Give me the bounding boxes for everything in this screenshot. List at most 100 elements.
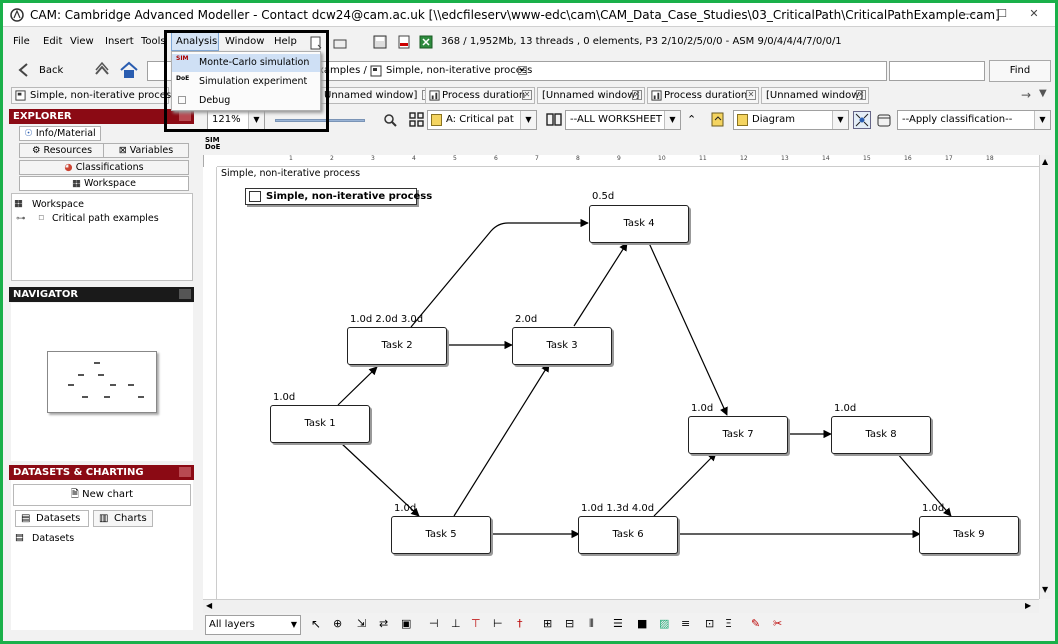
home-icon[interactable] <box>119 60 139 80</box>
breadcrumb-menu-icon[interactable]: ▸ <box>518 66 527 75</box>
window-title: CAM: Cambridge Advanced Modeller - Conta… <box>30 8 1000 22</box>
grid-view-icon[interactable] <box>409 112 424 127</box>
task-7-node[interactable]: Task 7 <box>688 416 788 454</box>
export-note-icon[interactable] <box>711 112 725 127</box>
pin-icon[interactable]: † <box>517 617 523 630</box>
layers-select[interactable]: All layers ▼ <box>205 615 301 635</box>
layout-network-icon[interactable] <box>853 111 871 129</box>
task-2-node[interactable]: Task 2 <box>347 327 447 365</box>
navigator-menu-icon[interactable] <box>179 289 191 299</box>
tab-info-material[interactable]: ☉ Info/Material <box>19 126 101 141</box>
close-tab-icon[interactable]: ✕ <box>746 90 756 100</box>
space-v-icon[interactable]: ⊟ <box>565 617 574 630</box>
task-1-node[interactable]: Task 1 <box>270 405 370 443</box>
tab-datasets[interactable]: ▤ Datasets <box>15 510 89 527</box>
scroll-up-icon[interactable]: ▲ <box>1042 157 1048 166</box>
add-link-icon[interactable]: ⇲ <box>357 617 366 630</box>
tab-resources[interactable]: ⚙ Resources <box>19 143 105 158</box>
add-task-icon[interactable]: ⊕ <box>333 617 342 630</box>
tab-unnamed-window-3[interactable]: [Unnamed window] ✕ <box>761 87 869 104</box>
find-button[interactable]: Find <box>989 60 1051 82</box>
search-icon[interactable] <box>383 113 397 127</box>
menu-insert[interactable]: Insert <box>105 36 134 47</box>
menu-tools[interactable]: Tools <box>141 36 166 47</box>
collapse-up-icon[interactable]: ⌃ <box>687 113 696 126</box>
tab-unnamed-window-2[interactable]: [Unnamed window] ✕ <box>537 87 645 104</box>
explorer-tree: ▦ Workspace ⊶ ▫ Critical path examples <box>11 193 193 281</box>
maximize-button[interactable]: ☐ <box>993 7 1011 21</box>
book-icon[interactable] <box>546 112 562 127</box>
task-5-node[interactable]: Task 5 <box>391 516 491 554</box>
bars-icon[interactable]: ⦀ <box>589 617 594 631</box>
close-tab-icon[interactable]: ✕ <box>522 90 532 100</box>
text-tool-icon[interactable]: Ξ <box>725 617 732 630</box>
menu-edit[interactable]: Edit <box>43 36 62 47</box>
tree-item-workspace[interactable]: Workspace <box>32 199 84 210</box>
menu-file[interactable]: File <box>13 36 30 47</box>
tab-variables[interactable]: ⊠ Variables <box>103 143 189 158</box>
tab-process-duration-2[interactable]: Process duration ✕ <box>647 87 759 104</box>
equals-icon[interactable]: ≡ <box>681 617 690 630</box>
tab-process-duration-1[interactable]: Process duration ✕ <box>425 87 535 104</box>
tab-charts[interactable]: ▥ Charts <box>93 510 153 527</box>
close-button[interactable]: ✕ <box>1025 7 1043 21</box>
scroll-down-icon[interactable]: ▼ <box>1042 585 1048 594</box>
navigator-minimap[interactable] <box>47 351 157 413</box>
datasets-menu-icon[interactable] <box>179 467 191 477</box>
back-button[interactable]: Back <box>39 65 63 76</box>
up-level-icon[interactable] <box>93 61 111 79</box>
classification-select[interactable]: --Apply classification-- ▼ <box>897 110 1051 130</box>
tab-workspace[interactable]: ▦ Workspace <box>19 176 189 191</box>
space-h-icon[interactable]: ⊞ <box>543 617 552 630</box>
close-tab-icon[interactable]: ✕ <box>856 90 866 100</box>
new-chart-icon: 🗎 <box>70 489 79 500</box>
task-4-node[interactable]: Task 4 <box>589 205 689 243</box>
tab-list-arrow-icon[interactable]: ▼ <box>1039 88 1047 99</box>
view-select[interactable]: Diagram ▼ <box>733 110 849 130</box>
close-tab-icon[interactable]: ✕ <box>632 90 642 100</box>
box-icon[interactable]: ■ <box>637 617 647 630</box>
scroll-left-icon[interactable]: ◀ <box>206 601 212 610</box>
scroll-right-icon[interactable]: ▶ <box>1025 601 1031 610</box>
tab-classifications[interactable]: ◕ Classifications <box>19 160 189 175</box>
tab-simple-process[interactable]: Simple, non-iterative process <box>11 87 176 104</box>
datasets-list-item[interactable]: Datasets <box>32 533 74 544</box>
tree-item-critical-path[interactable]: Critical path examples <box>52 213 159 224</box>
task-6-node[interactable]: Task 6 <box>578 516 678 554</box>
find-input[interactable] <box>889 61 985 81</box>
select-pointer-icon[interactable]: ↖ <box>311 617 321 631</box>
breadcrumb-current[interactable]: Simple, non-iterative process <box>386 65 532 76</box>
classification-icon[interactable] <box>877 112 891 127</box>
open-folder-icon[interactable] <box>333 36 347 50</box>
sim-doe-icon[interactable]: SIM DoE <box>205 137 220 151</box>
new-chart-button[interactable]: 🗎 New chart <box>13 484 191 506</box>
task-8-node[interactable]: Task 8 <box>831 416 931 454</box>
minimize-button[interactable]: — <box>961 7 979 21</box>
back-arrow-icon[interactable] <box>15 61 33 79</box>
excel-export-icon[interactable] <box>419 35 433 49</box>
horizontal-scrollbar[interactable]: ◀ ▶ <box>203 599 1039 613</box>
align-center-icon[interactable]: ⊥ <box>451 617 461 630</box>
tree-expand-icon[interactable]: ⊶ <box>16 213 26 224</box>
align-red-icon[interactable]: ⊤ <box>471 617 481 630</box>
save-icon[interactable] <box>373 35 387 49</box>
paint-icon[interactable]: ✎ <box>751 617 760 630</box>
critical-path-select[interactable]: A: Critical pat ▼ <box>427 110 537 130</box>
stack-icon[interactable]: ☰ <box>613 617 623 630</box>
worksheet-select[interactable]: --ALL WORKSHEET ... ▼ <box>565 110 681 130</box>
image-icon[interactable]: ▨ <box>659 617 669 630</box>
menu-view[interactable]: View <box>70 36 94 47</box>
tab-unnamed-window-1[interactable]: Unnamed window]✕ <box>319 87 435 104</box>
align-left-icon[interactable]: ⊣ <box>429 617 439 630</box>
connect-icon[interactable]: ⇄ <box>379 617 388 630</box>
note-tool-icon[interactable]: ▣ <box>401 617 411 630</box>
chevron-down-icon: ▼ <box>832 111 848 129</box>
task-9-node[interactable]: Task 9 <box>919 516 1019 554</box>
vertical-scrollbar[interactable]: ▲ ▼ <box>1039 155 1053 599</box>
pdf-export-icon[interactable] <box>397 35 411 49</box>
task-3-node[interactable]: Task 3 <box>512 327 612 365</box>
distribute-icon[interactable]: ⊢ <box>493 617 503 630</box>
table-tool-icon[interactable]: ⊡ <box>705 617 714 630</box>
erase-icon[interactable]: ✂ <box>773 617 782 630</box>
tab-next-arrow-icon[interactable]: → <box>1021 88 1031 102</box>
